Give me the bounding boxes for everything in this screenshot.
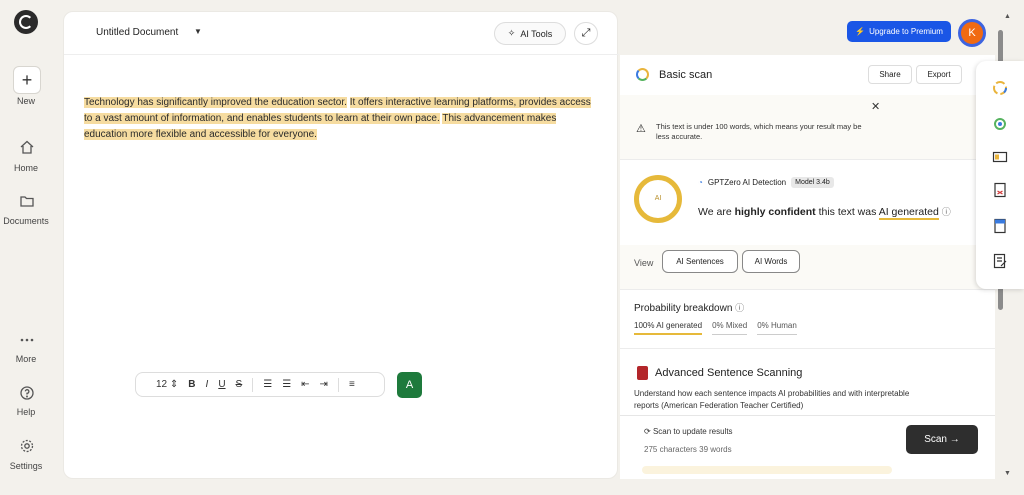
- sidebar-item-settings[interactable]: Settings: [0, 461, 52, 471]
- probability-title: Probability breakdown ⓘ: [634, 303, 745, 314]
- upgrade-button[interactable]: ⚡ Upgrade to Premium: [847, 21, 951, 42]
- scan-status: ⟳ Scan to update results: [644, 427, 733, 436]
- divider: [337, 377, 339, 392]
- grammar-check-icon[interactable]: A: [397, 372, 422, 398]
- gptzero-logo[interactable]: [14, 10, 38, 34]
- tab-mixed[interactable]: 0% Mixed: [712, 321, 748, 335]
- scan-header: Basic scan: [636, 68, 712, 81]
- warning-text: This text is under 100 words, which mean…: [656, 122, 862, 141]
- detector-info: ◔ GPTZero AI Detection Model 3.4b: [698, 177, 834, 188]
- document-title[interactable]: Untitled Document: [96, 27, 178, 38]
- tool-strip: [976, 61, 1024, 289]
- tab-ai-generated[interactable]: 100% AI generated: [634, 321, 703, 335]
- info-icon[interactable]: ⓘ: [735, 303, 744, 313]
- detector-name: GPTZero AI Detection: [707, 178, 787, 187]
- document-body[interactable]: Technology has significantly improved th…: [84, 95, 594, 143]
- sidebar-item-home[interactable]: Home: [0, 163, 52, 173]
- sentence-1: Technology has significantly improved th…: [84, 97, 347, 108]
- new-label: New: [16, 96, 35, 106]
- close-icon[interactable]: ✕: [871, 100, 880, 113]
- bullet-list-icon[interactable]: ☰: [282, 379, 291, 390]
- info-icon[interactable]: ⓘ: [942, 207, 951, 217]
- indent-icon[interactable]: ⇥: [320, 379, 328, 390]
- verdict-text: We are highly confident this text was AI…: [698, 206, 951, 220]
- divider: [620, 159, 995, 160]
- footer-placeholder: [642, 466, 892, 474]
- ai-tools-button[interactable]: ✧ AI Tools: [494, 22, 566, 45]
- divider: [620, 289, 995, 290]
- export-button[interactable]: Export: [916, 65, 962, 84]
- strikethrough-icon[interactable]: S: [236, 379, 243, 390]
- sparkle-icon: ✧: [507, 28, 516, 38]
- ai-detector-icon[interactable]: [992, 116, 1008, 132]
- scan-button[interactable]: Scan →: [906, 425, 978, 454]
- left-rail: + New Home Documents More Help Settings: [0, 0, 56, 495]
- source-finder-icon[interactable]: [992, 149, 1008, 165]
- ai-tools-label: AI Tools: [520, 28, 553, 39]
- divider: [620, 348, 995, 349]
- sidebar-item-documents[interactable]: Documents: [0, 216, 52, 226]
- numbered-list-icon[interactable]: ☰: [263, 379, 272, 390]
- bold-icon[interactable]: B: [188, 379, 195, 390]
- edit-document-icon[interactable]: [992, 253, 1008, 269]
- help-icon[interactable]: [19, 385, 35, 401]
- verdict-label: AI generated: [878, 206, 939, 220]
- divider: [252, 377, 254, 392]
- italic-icon[interactable]: I: [206, 379, 209, 390]
- scan-ring-icon: [636, 68, 649, 81]
- gptzero-icon: ◔: [698, 178, 703, 187]
- divider: [64, 54, 619, 55]
- probability-tabs: 100% AI generated 0% Mixed 0% Human: [634, 321, 797, 335]
- align-left-icon[interactable]: ≡: [349, 379, 355, 390]
- scroll-up-icon[interactable]: ▲: [1004, 13, 1011, 20]
- tab-human[interactable]: 0% Human: [757, 321, 797, 335]
- lightning-icon: ⚡: [855, 27, 866, 36]
- ai-words-button[interactable]: AI Words: [742, 250, 800, 273]
- report-icon[interactable]: [992, 218, 1008, 234]
- plagiarism-icon[interactable]: [992, 182, 1008, 198]
- advanced-description: Understand how each sentence impacts AI …: [634, 389, 910, 410]
- scan-title: Basic scan: [659, 68, 713, 81]
- upgrade-label: Upgrade to Premium: [869, 27, 943, 36]
- formatting-toolbar: 12 ⇕ B I U S ☰ ☰ ⇤ ⇥ ≡: [135, 372, 385, 397]
- refresh-icon: ⟳: [644, 427, 651, 436]
- expand-icon[interactable]: ⤢: [574, 22, 598, 45]
- scroll-down-icon[interactable]: ▼: [1004, 470, 1011, 477]
- ai-score-ring: AI: [634, 175, 682, 223]
- underline-icon[interactable]: U: [218, 379, 225, 390]
- advanced-title: Advanced Sentence Scanning: [655, 367, 803, 379]
- new-document-button[interactable]: +: [13, 66, 41, 94]
- sidebar-item-help[interactable]: Help: [0, 407, 52, 417]
- lock-icon: [637, 366, 648, 380]
- ai-sentences-button[interactable]: AI Sentences: [662, 250, 738, 273]
- results-panel: Basic scan Share Export ✕ ⚠ This text is…: [620, 55, 995, 479]
- more-icon[interactable]: [19, 332, 35, 348]
- chevron-down-icon[interactable]: ▼: [194, 27, 202, 36]
- sidebar-item-more[interactable]: More: [0, 354, 52, 364]
- view-label: View: [634, 258, 654, 268]
- font-size-select[interactable]: 12 ⇕: [156, 379, 178, 390]
- share-button[interactable]: Share: [868, 65, 912, 84]
- warning-icon: ⚠: [636, 123, 646, 135]
- editor-panel: Untitled Document ▼ ✧ AI Tools ⤢ Technol…: [63, 11, 619, 479]
- outdent-icon[interactable]: ⇤: [301, 379, 309, 390]
- folder-icon[interactable]: [19, 193, 35, 209]
- avatar[interactable]: K: [958, 19, 986, 47]
- character-count: 275 characters 39 words: [644, 445, 732, 454]
- settings-icon[interactable]: [19, 438, 35, 454]
- home-icon[interactable]: [19, 139, 35, 155]
- scan-tool-icon[interactable]: [992, 80, 1008, 96]
- model-badge: Model 3.4b: [791, 177, 834, 188]
